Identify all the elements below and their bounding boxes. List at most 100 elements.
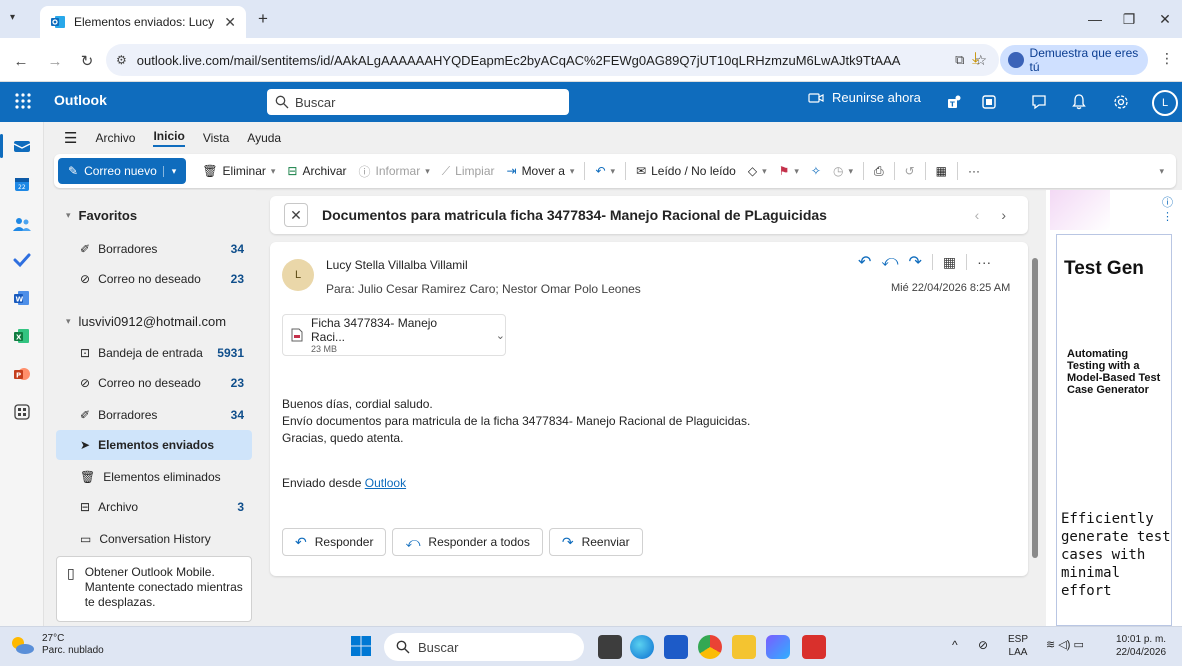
chevron-down-icon[interactable]: ▾ xyxy=(425,166,430,177)
tab-inicio[interactable]: Inicio xyxy=(153,129,185,147)
location-off-icon[interactable]: ⊘ xyxy=(978,639,988,652)
folder-deleted-items[interactable]: 🗑︎ Elementos eliminados xyxy=(56,462,252,492)
account-avatar[interactable]: L xyxy=(1152,90,1178,116)
outlook-mobile-promo[interactable]: ▯ Obtener Outlook Mobile. Mantente conec… xyxy=(56,556,252,622)
tab-vista[interactable]: Vista xyxy=(203,131,229,145)
account-header[interactable]: ▾ lusvivi0912@hotmail.com xyxy=(56,306,252,336)
folder-drafts[interactable]: ✐ Borradores 34 xyxy=(56,400,252,430)
chevron-down-icon[interactable]: ▾ xyxy=(848,166,853,177)
reply-button[interactable]: ↶ Responder xyxy=(282,528,387,556)
reply-all-icon[interactable]: ⤺ xyxy=(881,253,898,271)
outlook-brand[interactable]: Outlook xyxy=(54,92,107,108)
tab-archivo[interactable]: Archivo xyxy=(95,131,135,145)
search-input[interactable]: Buscar xyxy=(267,89,569,115)
minimize-icon[interactable]: — xyxy=(1080,8,1110,30)
folder-conversation-history[interactable]: ▭ Conversation History xyxy=(56,524,252,554)
teams-icon[interactable]: T xyxy=(944,91,966,113)
install-app-icon[interactable]: ⧉ xyxy=(955,52,964,68)
tray-overflow-icon[interactable]: ^ xyxy=(952,639,958,652)
flag-button[interactable]: ⚑ ▾ xyxy=(773,164,805,178)
reading-pane-scrollbar[interactable] xyxy=(1032,248,1038,560)
word-taskbar-icon[interactable] xyxy=(664,635,688,659)
edge-icon[interactable] xyxy=(630,635,654,659)
tab-ayuda[interactable]: Ayuda xyxy=(247,131,281,145)
previous-message-icon[interactable]: ‹ xyxy=(975,207,980,223)
mail-app-icon[interactable] xyxy=(10,134,34,158)
outlook-link[interactable]: Outlook xyxy=(365,476,406,490)
address-bar[interactable]: ⚙ outlook.live.com/mail/sentitems/id/AAk… xyxy=(106,44,999,76)
weather-widget[interactable]: 27°C Parc. nublado xyxy=(8,633,104,657)
tab-search-icon[interactable]: ▾ xyxy=(10,12,15,23)
report-button[interactable]: ⓘ Informar ▾ xyxy=(353,163,436,180)
chevron-down-icon[interactable]: ⌄ xyxy=(496,329,505,342)
favorites-header[interactable]: ▾ Favoritos xyxy=(56,200,252,230)
file-explorer-icon[interactable] xyxy=(732,635,756,659)
excel-app-icon[interactable]: X xyxy=(10,324,34,348)
apps-grid-icon[interactable]: ▦ xyxy=(943,254,956,271)
chrome-icon[interactable] xyxy=(698,635,722,659)
close-window-icon[interactable]: ✕ xyxy=(1150,8,1180,30)
more-actions-button[interactable]: ··· xyxy=(977,254,991,270)
office-icon[interactable] xyxy=(978,91,1000,113)
apps-button[interactable]: ▦ xyxy=(930,164,953,178)
todo-app-icon[interactable] xyxy=(10,248,34,272)
close-message-icon[interactable]: ✕ xyxy=(284,203,308,227)
folder-junk[interactable]: ⊘ Correo no deseado 23 xyxy=(56,368,252,398)
powerpoint-app-icon[interactable]: P xyxy=(10,362,34,386)
new-mail-dropdown-icon[interactable]: ▾ xyxy=(162,165,176,177)
snooze-button[interactable]: ◷ ▾ xyxy=(827,164,859,178)
word-app-icon[interactable]: W xyxy=(10,286,34,310)
profile-pill-button[interactable]: Demuestra que eres tú xyxy=(1000,45,1148,75)
pin-button[interactable]: ✧ xyxy=(805,164,827,178)
folder-inbox[interactable]: ⊡ Bandeja de entrada 5931 xyxy=(56,338,252,368)
read-unread-button[interactable]: ✉ Leído / No leído xyxy=(630,164,742,178)
chevron-down-icon[interactable]: ▾ xyxy=(271,166,276,177)
meet-now-button[interactable]: Reunirse ahora xyxy=(808,90,921,105)
reload-icon[interactable]: ↻ xyxy=(76,50,98,72)
hamburger-menu-icon[interactable]: ☰ xyxy=(64,129,77,147)
folder-favorites-drafts[interactable]: ✐ Borradores 34 xyxy=(56,234,252,264)
attachment-card[interactable]: Ficha 3477834- Manejo Raci... 23 MB ⌄ xyxy=(282,314,506,356)
feedback-icon[interactable] xyxy=(1028,91,1050,113)
next-message-icon[interactable]: › xyxy=(1001,207,1006,223)
forward-icon[interactable]: → xyxy=(44,50,66,72)
forward-icon[interactable]: ↷ xyxy=(909,252,922,272)
move-to-button[interactable]: ⇥ Mover a ▾ xyxy=(501,164,581,178)
site-settings-icon[interactable]: ⚙ xyxy=(116,53,127,67)
chevron-down-icon[interactable]: ▾ xyxy=(570,166,575,177)
clock[interactable]: 10:01 p. m. 22/04/2026 xyxy=(1116,633,1166,659)
browser-tab[interactable]: Elementos enviados: Lucy Stella ✕ xyxy=(40,6,246,38)
people-app-icon[interactable] xyxy=(10,212,34,236)
download-icon[interactable]: ⤓ xyxy=(972,50,979,68)
app-launcher-icon[interactable] xyxy=(14,92,32,110)
sender-name[interactable]: Lucy Stella Villalba Villamil xyxy=(326,258,468,272)
folder-archive[interactable]: ⊟ Archivo 3 xyxy=(56,492,252,522)
back-icon[interactable]: ← xyxy=(10,50,32,72)
folder-sent-items[interactable]: ➤ Elementos enviados xyxy=(56,430,252,460)
calendar-app-icon[interactable]: 22 xyxy=(10,172,34,196)
reply-split-button[interactable]: ↶ ▾ xyxy=(589,164,621,178)
bell-icon[interactable] xyxy=(1068,91,1090,113)
settings-gear-icon[interactable] xyxy=(1110,91,1132,113)
reply-all-button[interactable]: ⤺ Responder a todos xyxy=(392,528,543,556)
restore-icon[interactable]: ❐ xyxy=(1114,8,1144,30)
new-tab-button[interactable]: + xyxy=(258,9,268,29)
more-options-button[interactable]: ··· xyxy=(962,164,986,178)
copilot-icon[interactable] xyxy=(766,635,790,659)
undo-button[interactable]: ↺ xyxy=(899,164,921,178)
folder-favorites-junk[interactable]: ⊘ Correo no deseado 23 xyxy=(56,264,252,294)
sweep-button[interactable]: ⟋ Limpiar xyxy=(436,164,501,179)
tab-close-icon[interactable]: ✕ xyxy=(224,14,236,31)
windows-start-icon[interactable] xyxy=(350,635,372,657)
more-apps-icon[interactable] xyxy=(10,400,34,424)
task-view-icon[interactable] xyxy=(598,635,622,659)
chevron-down-icon[interactable]: ▾ xyxy=(794,166,799,177)
browser-menu-icon[interactable]: ⋮ xyxy=(1160,50,1174,67)
acrobat-icon[interactable] xyxy=(802,635,826,659)
reply-icon[interactable]: ↶ xyxy=(858,252,871,272)
tag-button[interactable]: ◇ ▾ xyxy=(742,164,773,178)
wifi-volume-battery-icon[interactable]: ≋ ◁) ▭ xyxy=(1046,639,1084,652)
print-button[interactable]: ⎙ xyxy=(868,164,890,179)
chevron-down-icon[interactable]: ▾ xyxy=(762,166,767,177)
taskbar-search-input[interactable]: Buscar xyxy=(384,633,584,661)
